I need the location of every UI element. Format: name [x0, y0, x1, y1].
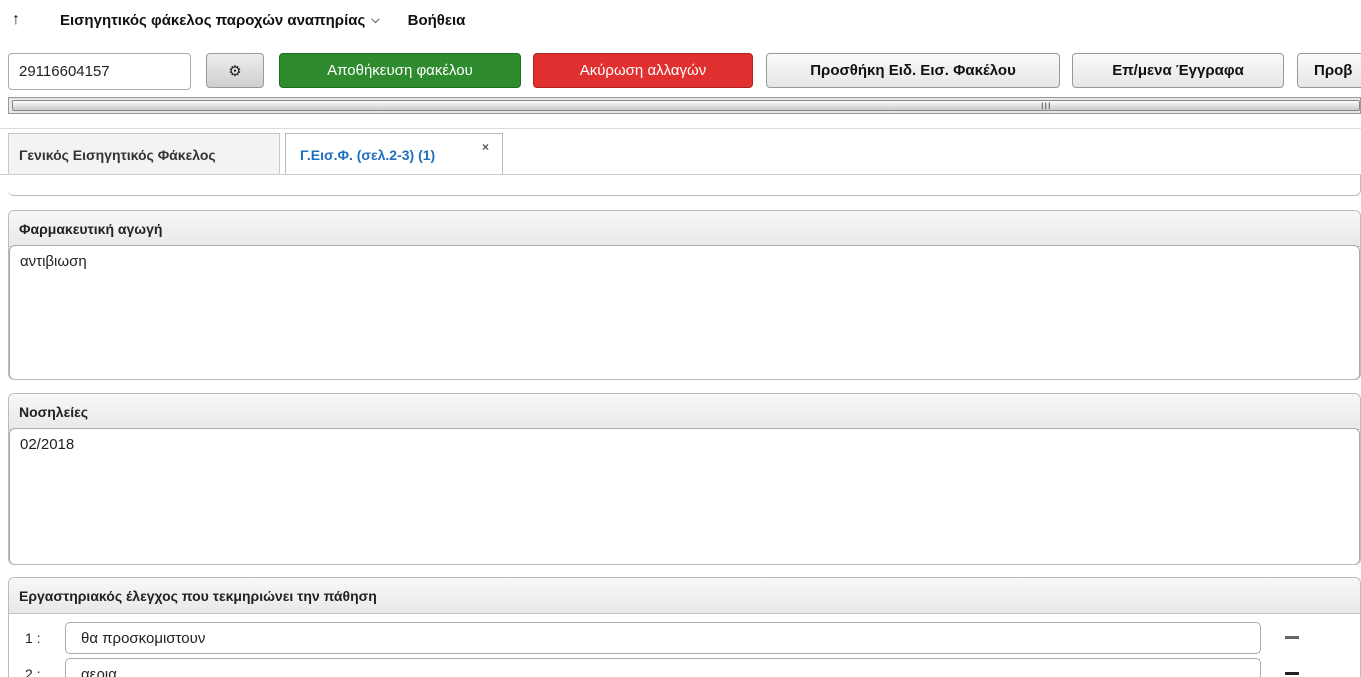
tab-pages-2-3[interactable]: Γ.Εισ.Φ. (σελ.2-3) (1) ×	[285, 133, 503, 175]
lab-item-input[interactable]: θα προσκομιστουν	[65, 622, 1261, 654]
list-item: 2 : αερια	[9, 658, 1360, 677]
menu-help[interactable]: Βοήθεια	[408, 12, 466, 29]
remove-icon[interactable]	[1285, 636, 1299, 639]
remove-icon[interactable]	[1285, 672, 1299, 675]
horizontal-scrollbar[interactable]: III	[8, 97, 1361, 114]
file-id-input[interactable]	[8, 53, 191, 90]
add-special-file-button[interactable]: Προσθήκη Ειδ. Εισ. Φακέλου	[766, 53, 1060, 88]
cancel-changes-button[interactable]: Ακύρωση αλλαγών	[533, 53, 753, 88]
settings-button[interactable]: ⚙	[206, 53, 264, 88]
lab-item-number: 1 :	[25, 630, 41, 646]
toolbar: ⚙ Αποθήκευση φακέλου Ακύρωση αλλαγών Προ…	[0, 50, 1361, 92]
list-item: 1 : θα προσκομιστουν	[9, 622, 1360, 654]
medication-panel: Φαρμακευτική αγωγή αντιβιωση	[8, 210, 1361, 380]
chevron-down-icon: ⌵	[371, 13, 380, 26]
gear-icon: ⚙	[228, 62, 242, 80]
close-icon[interactable]: ×	[482, 140, 489, 154]
lab-tests-panel: Εργαστηριακός έλεγχος που τεκμηριώνει τη…	[8, 577, 1361, 677]
lab-tests-header: Εργαστηριακός έλεγχος που τεκμηριώνει τη…	[9, 578, 1360, 614]
tab-general-file[interactable]: Γενικός Εισηγητικός Φάκελος	[8, 133, 280, 175]
attached-documents-button[interactable]: Επ/μενα Έγγραφα	[1072, 53, 1284, 88]
arrow-up-icon[interactable]: ↑	[12, 11, 34, 29]
medication-textarea[interactable]: αντιβιωση	[9, 245, 1360, 379]
menu-disability-file-label: Εισηγητικός φάκελος παροχών αναπηρίας	[60, 11, 366, 29]
hospitalizations-header: Νοσηλείες	[9, 394, 1360, 430]
save-file-button[interactable]: Αποθήκευση φακέλου	[279, 53, 521, 88]
hospitalizations-textarea[interactable]: 02/2018	[9, 428, 1360, 564]
lab-item-number: 2 :	[25, 666, 41, 677]
tabs-divider	[0, 128, 1361, 129]
previous-section-end	[8, 175, 1361, 196]
hospitalizations-panel: Νοσηλείες 02/2018	[8, 393, 1361, 565]
tab-general-file-label: Γενικός Εισηγητικός Φάκελος	[19, 146, 216, 163]
preview-button[interactable]: Προβ	[1297, 53, 1361, 88]
scrollbar-thumb[interactable]: III	[12, 100, 1360, 111]
menu-disability-file[interactable]: Εισηγητικός φάκελος παροχών αναπηρίας ⌵	[60, 12, 380, 29]
tab-pages-2-3-label: Γ.Εισ.Φ. (σελ.2-3) (1)	[300, 146, 436, 163]
top-menubar: ↑ Εισηγητικός φάκελος παροχών αναπηρίας …	[0, 0, 1361, 40]
scrollbar-grip: III	[1041, 101, 1052, 111]
medication-header: Φαρμακευτική αγωγή	[9, 211, 1360, 247]
lab-item-input[interactable]: αερια	[65, 658, 1261, 677]
